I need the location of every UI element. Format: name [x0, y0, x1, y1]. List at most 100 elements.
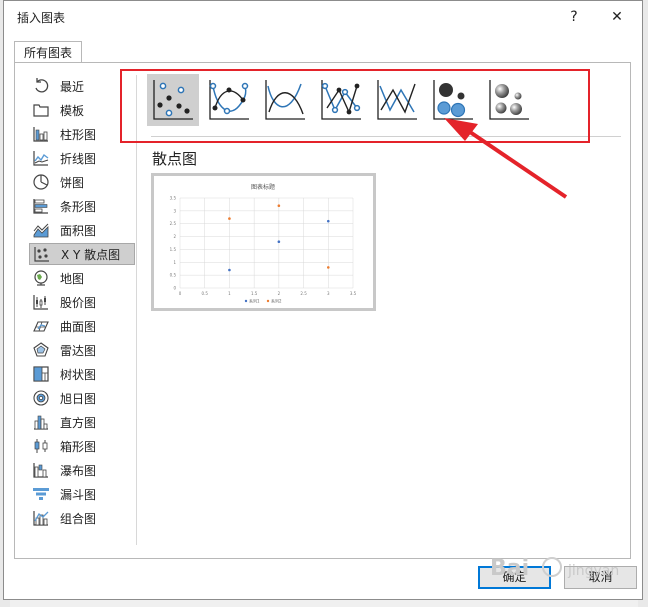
sidebar-item-label: 雷达图	[60, 343, 97, 358]
sidebar-item-xy-scatter[interactable]: X Y 散点图	[29, 243, 135, 265]
subtype-scatter-button[interactable]	[147, 74, 199, 126]
preview-y-tick-label: 1	[173, 260, 176, 265]
sidebar-item-label: 柱形图	[60, 127, 97, 142]
subtype-smooth-lines-markers-button[interactable]	[203, 74, 255, 126]
preview-legend: 系列1 系列2	[244, 298, 282, 304]
funnel-icon	[33, 488, 49, 500]
close-button[interactable]: ✕	[604, 5, 630, 29]
sidebar-item-label: 组合图	[60, 511, 97, 526]
recent-icon	[35, 78, 49, 93]
globe-icon	[34, 270, 48, 286]
preview-x-tick-label: 1	[228, 291, 231, 296]
bar-chart-icon	[33, 199, 48, 214]
sidebar-item-stock[interactable]: 股价图	[29, 291, 135, 313]
sidebar-item-funnel[interactable]: 漏斗图	[29, 483, 135, 505]
sidebar-divider	[136, 75, 137, 545]
preview-legend-label: 系列2	[271, 298, 282, 304]
sidebar-item-label: 漏斗图	[60, 487, 97, 502]
subtype-bubble-button[interactable]	[427, 74, 479, 126]
preview-point-series1	[277, 240, 281, 244]
histogram-icon	[34, 415, 48, 430]
box-whisker-icon	[34, 439, 48, 453]
title-bar: 插入图表 ? ✕	[4, 1, 642, 33]
scatter-markers-icon	[153, 80, 193, 120]
preview-y-tick-label: 3	[173, 208, 176, 213]
tab-all-charts[interactable]: 所有图表	[14, 41, 82, 63]
sidebar-item-combo[interactable]: 组合图	[29, 507, 135, 529]
sidebar-item-label: 面积图	[60, 223, 97, 238]
help-button[interactable]: ?	[561, 5, 587, 29]
column-chart-icon	[33, 127, 48, 142]
preview-x-tick-label: 3	[327, 291, 330, 296]
subtype-straight-lines-button[interactable]	[371, 74, 423, 126]
straight-line-markers-icon	[321, 80, 361, 120]
surface-chart-icon	[33, 321, 49, 332]
sidebar-item-waterfall[interactable]: 瀑布图	[29, 459, 135, 481]
preview-point-series2	[228, 217, 231, 220]
preview-x-tick-label: 2	[278, 291, 281, 296]
subtype-3d-bubble-button[interactable]	[483, 74, 535, 126]
sidebar-item-surface[interactable]: 曲面图	[29, 315, 135, 337]
preview-legend-marker	[244, 299, 248, 303]
subtype-smooth-lines-button[interactable]	[259, 74, 311, 126]
sidebar-item-recent[interactable]: 最近	[29, 75, 135, 97]
bubble-chart-icon	[433, 80, 473, 120]
preview-y-tick-label: 0	[173, 286, 176, 291]
preview-y-tick-label: 2.5	[170, 221, 177, 226]
preview-x-tick-label: 0	[179, 291, 182, 296]
preview-y-ticks: 3.5 3 2.5 2 1.5 1 0.5 0	[170, 196, 177, 291]
chart-panel: 最近 模板 柱形图 折线图 饼图 条形图 面积图 X Y 散点图 地图 股价图 …	[14, 62, 631, 559]
preview-y-tick-label: 1.5	[170, 247, 177, 252]
sidebar-item-template[interactable]: 模板	[29, 99, 135, 121]
sidebar-item-treemap[interactable]: 树状图	[29, 363, 135, 385]
sidebar-item-box-whisker[interactable]: 箱形图	[29, 435, 135, 457]
subtype-straight-lines-markers-button[interactable]	[315, 74, 367, 126]
3d-bubble-chart-icon	[489, 80, 529, 120]
sidebar-item-label: 箱形图	[60, 439, 97, 454]
smooth-line-icon	[265, 80, 305, 120]
sidebar-item-label: 模板	[60, 103, 85, 118]
watermark-logo: Bai jingyan	[490, 556, 619, 581]
preview-chart-title: 图表标题	[251, 183, 275, 191]
svg-text:jingyan: jingyan	[567, 563, 619, 579]
sidebar-item-label: X Y 散点图	[61, 247, 121, 262]
area-chart-icon	[33, 223, 49, 238]
preview-x-tick-label: 2.5	[300, 291, 307, 296]
sidebar-item-label: 折线图	[60, 151, 97, 166]
sidebar-item-label: 曲面图	[60, 319, 97, 334]
pie-chart-icon	[33, 174, 49, 190]
subtype-divider	[151, 136, 621, 137]
sidebar-item-label: 条形图	[60, 199, 97, 214]
sidebar-item-area[interactable]: 面积图	[29, 219, 135, 241]
subtype-title: 散点图	[152, 150, 198, 168]
sidebar-item-column[interactable]: 柱形图	[29, 123, 135, 145]
sidebar-item-pie[interactable]: 饼图	[29, 171, 135, 193]
preview-point-series2	[277, 204, 281, 208]
preview-gridlines	[179, 197, 354, 289]
preview-y-tick-label: 3.5	[170, 196, 177, 201]
preview-legend-marker	[266, 299, 270, 303]
sidebar-item-bar[interactable]: 条形图	[29, 195, 135, 217]
dialog-title: 插入图表	[17, 11, 66, 25]
preview-x-tick-label: 3.5	[350, 291, 357, 296]
sidebar-item-label: 最近	[60, 79, 85, 94]
folder-icon	[33, 104, 49, 117]
preview-chart: 图表标题 3.5 3 2.5 2 1.5 1 0.5 0 0 0.5 1 1.5 2 2.5 3 3.5 系…	[170, 183, 357, 304]
sidebar-item-sunburst[interactable]: 旭日图	[29, 387, 135, 409]
stock-chart-icon	[33, 295, 48, 310]
sidebar-item-radar[interactable]: 雷达图	[29, 339, 135, 361]
chart-preview: 图表标题 3.5 3 2.5 2 1.5 1 0.5 0 0 0.5 1 1.5 2 2.5 3 3.5 系…	[151, 173, 376, 311]
svg-text:Bai: Bai	[490, 556, 529, 581]
sidebar-item-label: 瀑布图	[60, 463, 97, 478]
waterfall-icon	[33, 463, 48, 478]
sidebar-item-label: 股价图	[60, 295, 97, 310]
preview-x-tick-label: 1.5	[251, 291, 258, 296]
sidebar-item-map[interactable]: 地图	[29, 267, 135, 289]
sidebar-item-histogram[interactable]: 直方图	[29, 411, 135, 433]
line-chart-icon	[33, 151, 49, 166]
radar-chart-icon	[33, 342, 49, 357]
sidebar-item-label: 旭日图	[60, 391, 97, 406]
sidebar-item-line[interactable]: 折线图	[29, 147, 135, 169]
preview-y-tick-label: 0.5	[170, 273, 177, 278]
combo-chart-icon	[33, 511, 49, 526]
